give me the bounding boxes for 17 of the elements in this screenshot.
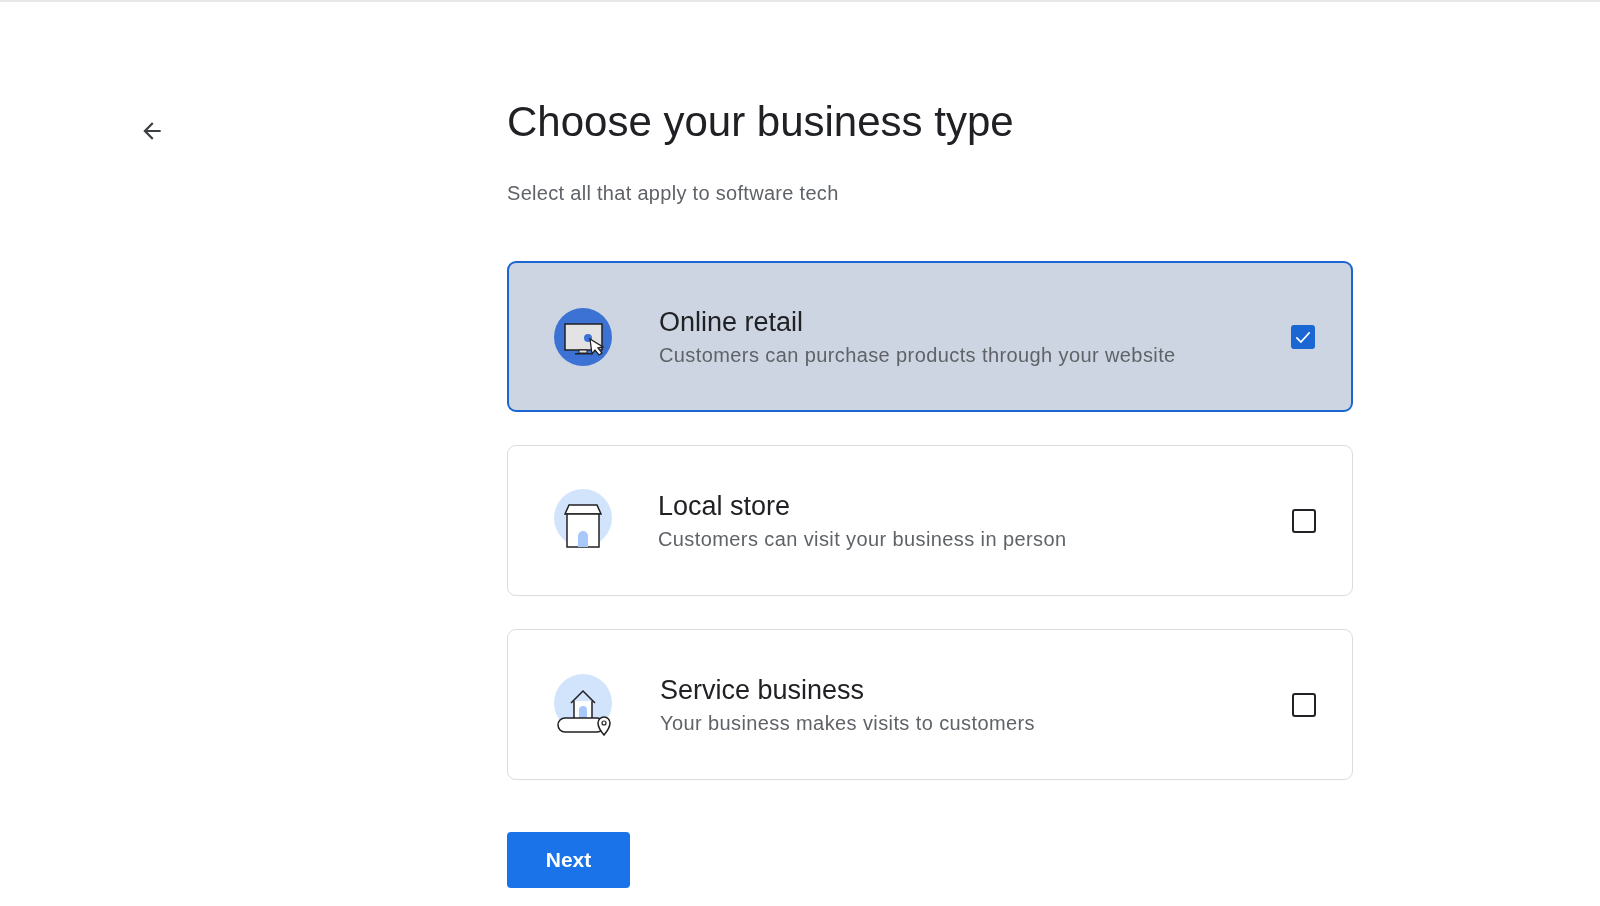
checkbox[interactable] — [1292, 508, 1316, 533]
business-type-card[interactable]: Online retail Customers can purchase products through your website — [507, 261, 1353, 412]
business-type-card[interactable]: Service business Your business makes visits to customers — [507, 629, 1353, 780]
next-button[interactable]: Next — [507, 832, 630, 888]
business-type-card[interactable]: Local store Customers can visit your business in person — [507, 445, 1353, 596]
page-subtitle: Select all that apply to software tech — [507, 182, 840, 205]
monitor-cursor-icon — [554, 306, 614, 367]
house-location-icon — [553, 672, 615, 737]
checkbox[interactable] — [1291, 324, 1315, 349]
option-title: Local store — [658, 490, 792, 522]
page-title: Choose your business type — [507, 97, 1015, 147]
option-description: Customers can purchase products through your website — [659, 343, 1177, 367]
checkbox[interactable] — [1292, 692, 1316, 717]
option-title: Online retail — [659, 306, 805, 338]
option-description: Customers can visit your business in person — [658, 527, 1068, 551]
option-description: Your business makes visits to customers — [660, 711, 1036, 735]
option-title: Service business — [660, 674, 866, 706]
